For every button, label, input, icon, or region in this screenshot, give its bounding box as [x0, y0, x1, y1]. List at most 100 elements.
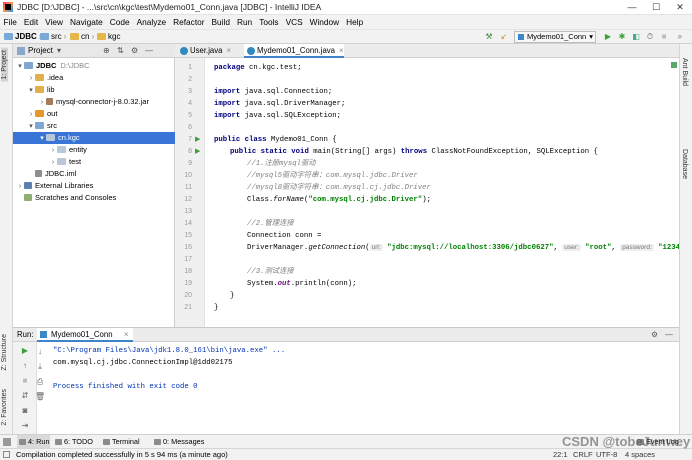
tab-mydemo01-conn-java[interactable]: Mydemo01_Conn.java ×: [244, 44, 344, 58]
menu-window[interactable]: Window: [306, 15, 343, 29]
tab-run[interactable]: 4: Run: [17, 435, 50, 449]
hide-panel-icon[interactable]: —: [145, 44, 153, 58]
scroll-up-icon[interactable]: ↑: [20, 361, 30, 371]
code-line-20: }: [230, 292, 235, 300]
tree-item[interactable]: › .idea: [13, 72, 175, 84]
trash-icon[interactable]: 🗑: [35, 392, 45, 402]
chevron-down-icon[interactable]: ▾: [57, 44, 61, 58]
file-encoding[interactable]: UTF-8: [596, 449, 617, 460]
breadcrumb-src[interactable]: src ›: [40, 32, 66, 41]
database-tool-tab[interactable]: Database: [681, 149, 688, 179]
tree-item-path: D:\JDBC: [60, 61, 90, 70]
code-editor[interactable]: package cn.kgc.test; import java.sql.Con…: [205, 58, 679, 327]
tree-item[interactable]: › mysql-connector-j-8.0.32.jar: [13, 96, 175, 108]
gear-icon[interactable]: ⚙: [131, 44, 138, 58]
exit-icon[interactable]: ⇥: [20, 421, 30, 431]
menu-edit[interactable]: Edit: [20, 15, 41, 29]
tree-item[interactable]: Scratches and Consoles: [13, 192, 175, 204]
line-number: 16: [184, 244, 192, 251]
menu-view[interactable]: View: [42, 15, 67, 29]
maximize-button[interactable]: ☐: [644, 0, 668, 15]
favorites-tool-tab[interactable]: 2: Favorites: [1, 389, 8, 426]
menu-analyze[interactable]: Analyze: [133, 15, 170, 29]
hide-panel-icon[interactable]: —: [665, 328, 673, 342]
tree-item[interactable]: ▾ src: [13, 120, 175, 132]
param-hint: password:: [620, 244, 654, 251]
menu-build[interactable]: Build: [208, 15, 233, 29]
menu-refactor[interactable]: Refactor: [170, 15, 208, 29]
tree-item[interactable]: ▾ lib: [13, 84, 175, 96]
gutter-run-icon[interactable]: ▶: [195, 147, 200, 155]
line-number: 11: [184, 184, 192, 191]
menu-help[interactable]: Help: [343, 15, 367, 29]
code-line-14: //2.管理连接: [247, 220, 294, 228]
tree-item[interactable]: › test: [13, 156, 175, 168]
scroll-to-end-icon[interactable]: ⤓: [35, 362, 45, 372]
java-class-icon: [518, 34, 524, 40]
gear-icon[interactable]: ⚙: [651, 328, 658, 342]
tree-item[interactable]: › entity: [13, 144, 175, 156]
locate-target-icon[interactable]: ⊕: [103, 44, 110, 58]
profile-icon[interactable]: ⏱: [645, 32, 655, 42]
line-separator[interactable]: CRLF: [573, 449, 593, 460]
close-button[interactable]: ✕: [668, 0, 692, 15]
tab-terminal[interactable]: Terminal: [101, 435, 140, 449]
close-icon[interactable]: ×: [339, 46, 344, 55]
back-arrow-icon[interactable]: ↙: [499, 32, 509, 42]
collapse-all-icon[interactable]: ⇅: [117, 44, 124, 58]
scroll-down-icon[interactable]: ↓: [35, 347, 45, 357]
tree-item[interactable]: JDBC.iml: [13, 168, 175, 180]
menu-file[interactable]: File: [0, 15, 20, 29]
code-line-1: package cn.kgc.test;: [214, 64, 302, 72]
breadcrumb-cn[interactable]: cn ›: [70, 32, 94, 41]
inspection-ok-icon[interactable]: [671, 62, 677, 68]
menu-run[interactable]: Run: [233, 15, 255, 29]
search-everywhere-icon[interactable]: ⌕: [675, 32, 685, 42]
project-tool-tab[interactable]: 1: Project: [1, 48, 8, 82]
tool-windows-toggle-icon[interactable]: [3, 438, 11, 446]
rerun-icon[interactable]: ▶: [20, 346, 30, 356]
stop-icon[interactable]: ■: [659, 32, 669, 42]
project-panel-title[interactable]: Project: [28, 44, 53, 58]
breadcrumb-kgc[interactable]: kgc: [97, 32, 120, 41]
tree-item[interactable]: ▾ cn.kgc: [13, 132, 175, 144]
editor-tabs: User.java × Mydemo01_Conn.java ×: [175, 44, 692, 58]
close-icon[interactable]: ×: [227, 46, 232, 55]
intellij-logo-icon: [3, 2, 13, 12]
menu-vcs[interactable]: VCS: [282, 15, 306, 29]
param-hint: url:: [369, 244, 383, 251]
minimize-button[interactable]: —: [620, 0, 644, 15]
tab-todo[interactable]: 6: TODO: [53, 435, 93, 449]
breadcrumb-jdbc[interactable]: JDBC›: [4, 32, 41, 41]
menu-tools[interactable]: Tools: [256, 15, 282, 29]
camera-icon[interactable]: ◙: [20, 406, 30, 416]
tree-item[interactable]: › out: [13, 108, 175, 120]
tree-item-label: External Libraries: [35, 181, 94, 190]
stop-icon[interactable]: ■: [20, 376, 30, 386]
run-panel-label: Run:: [17, 330, 34, 339]
debug-icon[interactable]: ✱: [617, 32, 627, 42]
tree-item[interactable]: ▾ JDBC D:\JDBC: [13, 60, 175, 72]
caret-position[interactable]: 22:1: [553, 449, 568, 460]
menu-navigate[interactable]: Navigate: [67, 15, 107, 29]
ant-build-tool-tab[interactable]: Ant Build: [681, 58, 688, 86]
run-tab-mydemo01-conn[interactable]: Mydemo01_Conn ×: [37, 328, 133, 342]
close-icon[interactable]: ×: [124, 328, 129, 342]
soft-wrap-icon[interactable]: ⇵: [20, 391, 30, 401]
structure-tool-tab[interactable]: Z: Structure: [1, 334, 8, 371]
print-icon[interactable]: ⎙: [35, 377, 45, 387]
menu-code[interactable]: Code: [106, 15, 133, 29]
build-hammer-icon[interactable]: ⚒: [484, 32, 494, 42]
tab-user-java[interactable]: User.java ×: [177, 44, 243, 58]
project-view-icon: [17, 47, 25, 55]
coverage-icon[interactable]: ◧: [631, 32, 641, 42]
tab-messages[interactable]: 0: Messages: [152, 435, 204, 449]
breadcrumb-label: JDBC: [15, 32, 37, 41]
gutter-run-icon[interactable]: ▶: [195, 135, 200, 143]
run-icon[interactable]: ▶: [603, 32, 613, 42]
run-configuration-select[interactable]: Mydemo01_Conn ▾: [514, 31, 596, 43]
tree-item[interactable]: › External Libraries: [13, 180, 175, 192]
status-panel-icon[interactable]: [3, 451, 10, 458]
tab-label: Mydemo01_Conn.java: [257, 46, 336, 55]
indent-setting[interactable]: 4 spaces: [625, 449, 655, 460]
